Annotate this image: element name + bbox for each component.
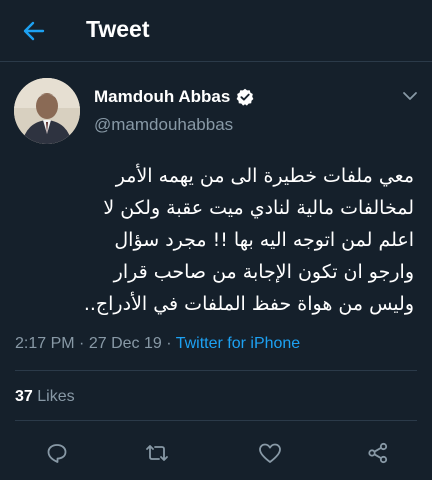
avatar-image — [14, 78, 80, 144]
tweet-meta: 2:17 PM · 27 Dec 19 · Twitter for iPhone — [15, 335, 300, 353]
top-bar: Tweet — [0, 0, 432, 62]
back-button[interactable] — [14, 14, 54, 48]
share-button[interactable] — [361, 436, 395, 470]
meta-separator: · — [79, 335, 85, 352]
divider — [15, 370, 417, 371]
tweet-date: 27 Dec 19 — [88, 335, 162, 352]
likes-stat[interactable]: 37 Likes — [15, 388, 75, 406]
page-title: Tweet — [86, 16, 150, 42]
likes-count: 37 — [15, 388, 33, 405]
tweet-actions — [0, 436, 432, 470]
author-name-text: Mamdouh Abbas — [94, 87, 231, 106]
likes-label: Likes — [37, 388, 75, 405]
like-button[interactable] — [253, 436, 287, 470]
share-icon — [368, 442, 388, 464]
verified-badge-icon — [236, 88, 254, 106]
divider — [15, 420, 417, 421]
retweet-icon — [146, 445, 168, 461]
chevron-down-icon — [403, 92, 417, 100]
heart-icon — [259, 443, 281, 463]
arrow-left-icon — [23, 21, 45, 41]
meta-separator: · — [166, 335, 172, 352]
retweet-button[interactable] — [140, 436, 174, 470]
reply-icon — [47, 444, 67, 463]
tweet-time: 2:17 PM — [15, 335, 75, 352]
reply-button[interactable] — [40, 436, 74, 470]
author-handle[interactable]: @mamdouhabbas — [94, 115, 233, 135]
avatar[interactable] — [14, 78, 80, 144]
author-name[interactable]: Mamdouh Abbas — [94, 87, 254, 107]
tweet-menu-button[interactable] — [400, 86, 420, 106]
tweet-source-link[interactable]: Twitter for iPhone — [176, 335, 301, 352]
tweet-text: معي ملفات خطيرة الى من يهمه الأمر لمخالف… — [83, 165, 414, 315]
